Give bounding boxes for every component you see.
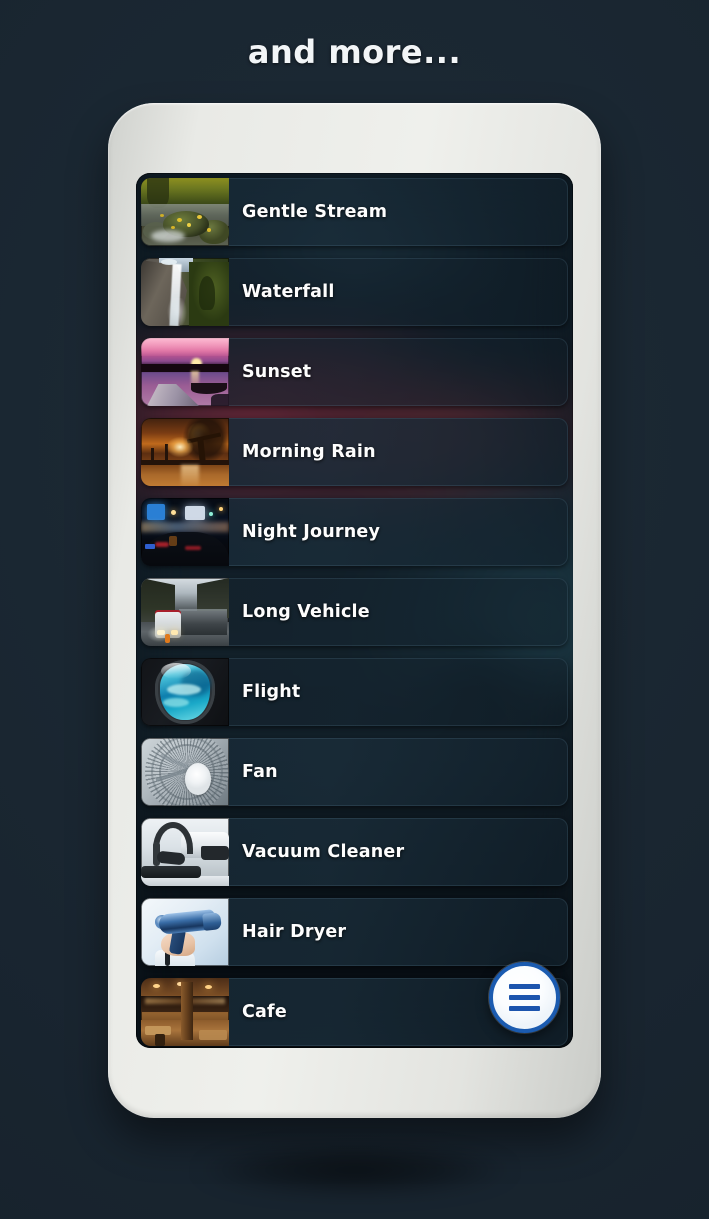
list-item[interactable]: Morning Rain xyxy=(141,418,568,486)
phone-reflection xyxy=(150,1135,560,1205)
truck-road-thumb xyxy=(141,578,229,646)
sunset-lake-thumb xyxy=(141,338,229,406)
list-item[interactable]: Vacuum Cleaner xyxy=(141,818,568,886)
cafe-interior-thumb xyxy=(141,978,229,1046)
sound-list[interactable]: Gentle Stream Waterfall Sunset Morning R… xyxy=(136,173,573,1048)
list-item-label: Sunset xyxy=(242,362,312,382)
menu-bar-3 xyxy=(509,1006,540,1011)
hamburger-menu-icon[interactable] xyxy=(489,962,560,1033)
list-item-label: Flight xyxy=(242,682,301,702)
list-item[interactable]: Hair Dryer xyxy=(141,898,568,966)
list-item-label: Night Journey xyxy=(242,522,381,542)
list-item[interactable]: Waterfall xyxy=(141,258,568,326)
list-item[interactable]: Long Vehicle xyxy=(141,578,568,646)
list-item[interactable]: Flight xyxy=(141,658,568,726)
waterfall-thumb xyxy=(141,258,229,326)
list-item-label: Vacuum Cleaner xyxy=(242,842,405,862)
menu-bar-1 xyxy=(509,984,540,989)
list-item[interactable]: Sunset xyxy=(141,338,568,406)
list-item[interactable]: Fan xyxy=(141,738,568,806)
list-item-label: Long Vehicle xyxy=(242,602,370,622)
night-driving-thumb xyxy=(141,498,229,566)
phone-screen: Gentle Stream Waterfall Sunset Morning R… xyxy=(136,173,573,1048)
forest-stream-thumb xyxy=(141,178,229,246)
screenshot-stage: and more... Gentle Stream Waterfall Suns… xyxy=(0,0,709,1219)
menu-bar-2 xyxy=(509,995,540,1000)
list-item-label: Waterfall xyxy=(242,282,335,302)
list-item[interactable]: Night Journey xyxy=(141,498,568,566)
list-item-label: Gentle Stream xyxy=(242,202,388,222)
vacuum-cleaner-thumb xyxy=(141,818,229,886)
list-item-label: Fan xyxy=(242,762,278,782)
list-item[interactable]: Gentle Stream xyxy=(141,178,568,246)
airplane-window-thumb xyxy=(141,658,229,726)
list-item-label: Cafe xyxy=(242,1002,287,1022)
hair-dryer-thumb xyxy=(141,898,229,966)
morning-sunrise-thumb xyxy=(141,418,229,486)
page-title: and more... xyxy=(247,33,462,71)
list-item-label: Morning Rain xyxy=(242,442,376,462)
list-item-label: Hair Dryer xyxy=(242,922,347,942)
electric-fan-thumb xyxy=(141,738,229,806)
